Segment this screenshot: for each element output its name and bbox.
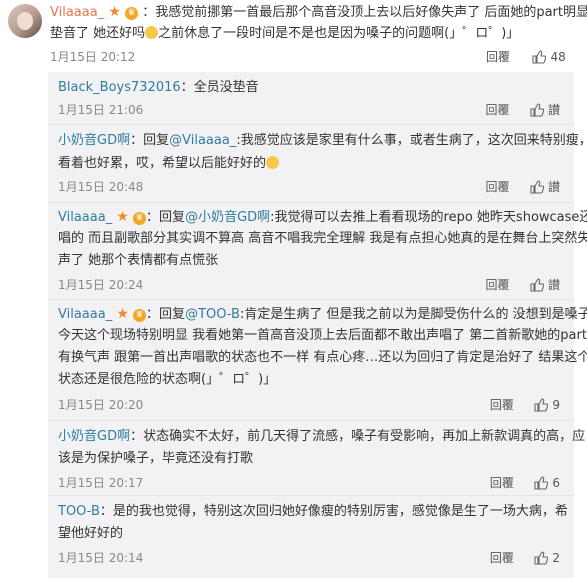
- reply-prefix: ：回复: [146, 307, 186, 322]
- reply-actions: 回覆 讃: [486, 175, 560, 200]
- reply-button[interactable]: 回覆: [486, 180, 510, 194]
- reply-button[interactable]: 回覆: [486, 50, 510, 64]
- like-label[interactable]: 讃: [548, 180, 560, 194]
- reply-button[interactable]: 回覆: [490, 476, 514, 490]
- reply-line: 望他好好的: [58, 526, 124, 541]
- reply-line: 声了 她那个表情都有点慌张: [58, 253, 219, 268]
- reply-date: 1月15日 20:20: [58, 398, 144, 412]
- reply-date: 1月15日 20:48: [58, 180, 144, 194]
- reply-mention[interactable]: @Vilaaaa_: [169, 133, 236, 148]
- reply-item: Vilaaaa_ ★ ♛ ：回复@小奶音GD啊:我觉得可以去推上看看现场的repo…: [48, 203, 587, 299]
- reply-item: Black_Boys732016：全员没垫音 1月15日 21:06 回覆 讃: [48, 72, 574, 124]
- reply-text: ：状态确实不太好，前几天得了流感，嗓子有受影响，再加上新款调真的高，应: [130, 429, 586, 444]
- reply-actions: 回覆 9: [490, 393, 560, 418]
- emoji-icon: [266, 156, 280, 169]
- reply-line: 该是为保护嗓子，毕竟还没有打歌: [58, 451, 254, 466]
- reply-username[interactable]: TOO-B: [58, 504, 100, 519]
- reply-actions: 回覆 2: [490, 546, 560, 571]
- reply-text: :我感觉应该是家里有什么事，或者生病了，这次回来特别瘦，: [236, 133, 587, 148]
- like-label[interactable]: 讃: [548, 103, 560, 117]
- thumbs-up-icon[interactable]: [530, 102, 545, 117]
- reply-line: 唱的 而且副歌部分其实调不算高 高音不唱我完全理解 我是有点担心她真的是在舞台上…: [58, 231, 587, 246]
- reply-text: :我觉得可以去推上看看现场的repo 她昨天showcase还有: [270, 210, 587, 225]
- reply-mention[interactable]: @小奶音GD啊: [185, 210, 270, 225]
- main-comment: Vilaaaa_ ★ ♛ ：我感觉前挪第一首最后那个高音没顶上去以后好像失声了 …: [0, 0, 587, 72]
- reply-text: 看着也好累，哎，希望以后能好好的: [58, 156, 267, 171]
- like-label[interactable]: 讃: [548, 278, 560, 292]
- reply-date: 1月15日 20:17: [58, 476, 144, 490]
- reply-username[interactable]: Black_Boys732016: [58, 80, 181, 95]
- reply-button[interactable]: 回覆: [490, 551, 514, 565]
- reply-item: Vilaaaa_ ★ ♛ ：回复@TOO-B:肯定是生病了 但是我之前以为是脚受伤…: [48, 300, 587, 420]
- reply-prefix: ：回复: [130, 133, 170, 148]
- reply-actions: 回覆 6: [490, 471, 560, 496]
- thumbs-up-icon[interactable]: [534, 550, 549, 565]
- comment-text-2b: 之前休息了一段时间是不是也是因为嗓子的问题啊(」゜ロ゜)」: [158, 26, 520, 41]
- comment-date: 1月15日 20:12: [50, 50, 136, 64]
- thumbs-up-icon[interactable]: [534, 475, 549, 490]
- reply-line: 看着也好累，哎，希望以后能好好的: [58, 152, 280, 176]
- vip-star-icon: ★: [116, 209, 129, 225]
- reply-line: 小奶音GD啊：状态确实不太好，前几天得了流感，嗓子有受影响，再加上新款调真的高，…: [58, 425, 585, 449]
- reply-button[interactable]: 回覆: [486, 278, 510, 292]
- member-badge-icon: ♛: [125, 7, 139, 20]
- reply-actions: 回覆 讃: [486, 273, 560, 298]
- comment-username[interactable]: Vilaaaa_: [50, 5, 104, 20]
- like-count: 48: [550, 50, 566, 64]
- reply-username[interactable]: Vilaaaa_: [58, 210, 112, 225]
- reply-date: 1月15日 21:06: [58, 103, 144, 117]
- reply-date: 1月15日 20:14: [58, 551, 144, 565]
- reply-text: :肯定是生病了 但是我之前以为是脚受伤什么的 没想到是嗓子: [239, 307, 587, 322]
- comment-actions: 回覆 48: [486, 45, 566, 70]
- vip-star-icon: ★: [116, 306, 129, 322]
- thumbs-up-icon[interactable]: [532, 49, 547, 64]
- thumbs-up-icon[interactable]: [530, 179, 545, 194]
- reply-line: 有换气声 跟第一首出声唱歌的状态也不一样 有点心疼…还以为回归了肯定是治好了 结…: [58, 350, 587, 365]
- comment-text-2a: 垫音了 她还好吗: [50, 26, 146, 41]
- comment-text: ：我感觉前挪第一首最后那个高音没顶上去以后好像失声了 后面她的part明显只有: [142, 5, 587, 20]
- reply-text: ：全员没垫音: [180, 80, 259, 95]
- like-count: 6: [552, 476, 560, 490]
- emoji-icon: [145, 26, 159, 39]
- reply-button[interactable]: 回覆: [486, 103, 510, 117]
- thumbs-up-icon[interactable]: [530, 277, 545, 292]
- reply-actions: 回覆 讃: [486, 98, 560, 123]
- reply-prefix: ：回复: [146, 210, 186, 225]
- member-badge-icon: ♛: [133, 309, 147, 322]
- user-avatar[interactable]: [8, 4, 42, 38]
- reply-line: Black_Boys732016：全员没垫音: [58, 76, 259, 100]
- reply-item: 小奶音GD啊：回复@Vilaaaa_:我感觉应该是家里有什么事，或者生病了，这次…: [48, 125, 587, 201]
- vip-star-icon: ★: [108, 4, 121, 20]
- comment-line-2: 垫音了 她还好吗 之前休息了一段时间是不是也是因为嗓子的问题啊(」゜ロ゜)」: [50, 22, 519, 46]
- reply-text: ：是的我也觉得，特别这次回归她好像瘦的特别厉害，感觉像是生了一场大病，希: [99, 504, 568, 519]
- reply-list: Black_Boys732016：全员没垫音 1月15日 21:06 回覆 讃 …: [48, 72, 587, 578]
- reply-item: TOO-B：是的我也觉得，特别这次回归她好像瘦的特别厉害，感觉像是生了一场大病，…: [48, 496, 574, 576]
- thumbs-up-icon[interactable]: [534, 397, 549, 412]
- member-badge-icon: ♛: [133, 212, 147, 225]
- reply-username[interactable]: Vilaaaa_: [58, 307, 112, 322]
- reply-line: 状态还是很危险的状态啊(」゜ロ゜)」: [58, 372, 277, 387]
- reply-username[interactable]: 小奶音GD啊: [58, 133, 130, 148]
- reply-username[interactable]: 小奶音GD啊: [58, 429, 130, 444]
- reply-item: 小奶音GD啊：状态确实不太好，前几天得了流感，嗓子有受影响，再加上新款调真的高，…: [48, 421, 585, 496]
- reply-line: 今天这个现场特别明显 我看她第一首高音没顶上去后面都不敢出声唱了 第二首新歌她的…: [58, 328, 587, 343]
- reply-date: 1月15日 20:24: [58, 278, 144, 292]
- reply-line: 小奶音GD啊：回复@Vilaaaa_:我感觉应该是家里有什么事，或者生病了，这次…: [58, 129, 587, 153]
- reply-line: TOO-B：是的我也觉得，特别这次回归她好像瘦的特别厉害，感觉像是生了一场大病，…: [58, 500, 568, 524]
- like-count: 2: [552, 551, 560, 565]
- reply-mention[interactable]: @TOO-B: [185, 307, 240, 322]
- reply-button[interactable]: 回覆: [490, 398, 514, 412]
- like-count: 9: [552, 398, 560, 412]
